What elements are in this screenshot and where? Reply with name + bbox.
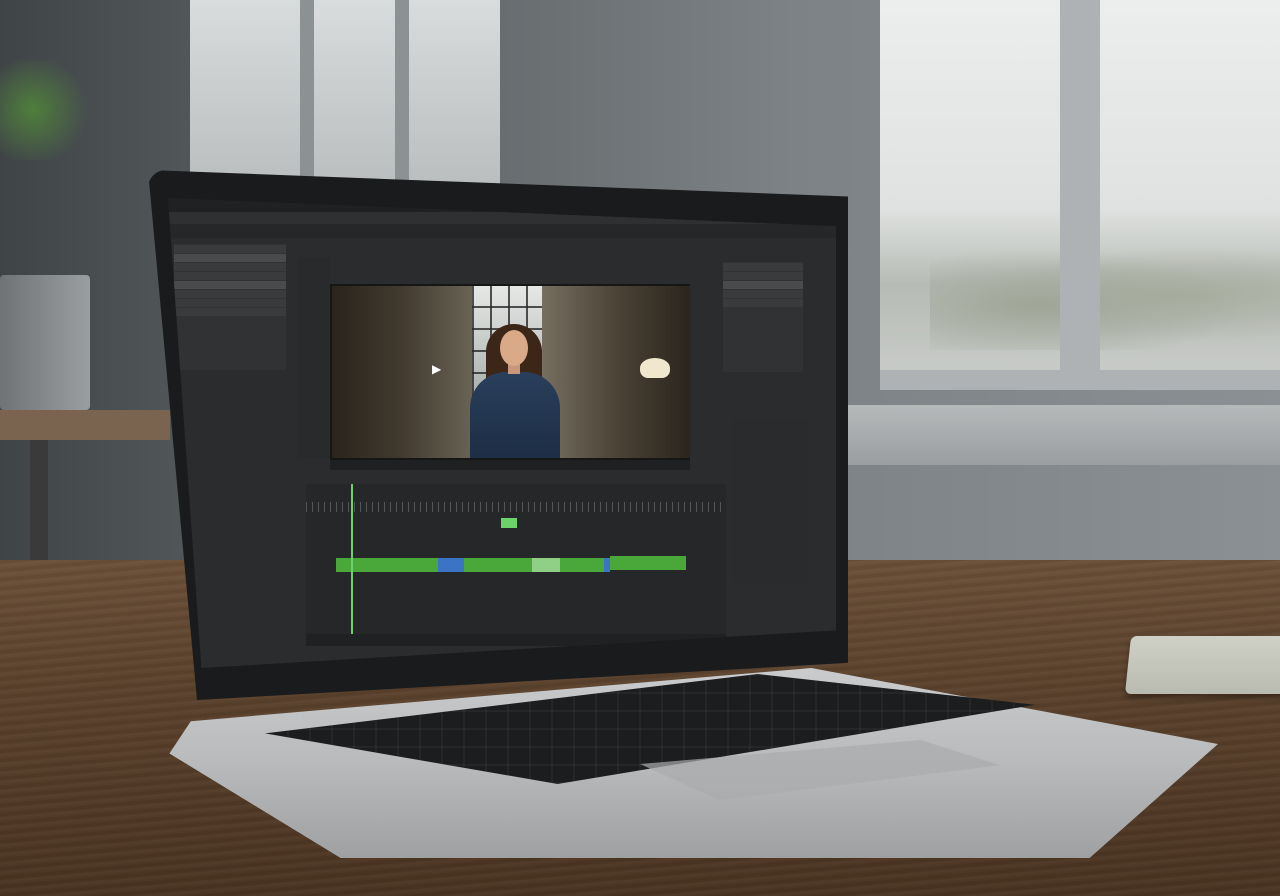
timeline-clip[interactable]	[501, 518, 517, 528]
timeline-clip[interactable]	[438, 558, 464, 572]
list-item[interactable]	[174, 272, 286, 280]
list-item[interactable]	[174, 254, 286, 262]
window-frame	[1060, 0, 1100, 380]
binder	[0, 275, 90, 410]
list-item[interactable]	[174, 290, 286, 298]
trees-outside	[930, 240, 1280, 350]
list-item[interactable]	[174, 308, 286, 316]
timeline-clip[interactable]	[532, 558, 560, 572]
window-mullion	[395, 0, 409, 190]
shelf	[0, 410, 170, 440]
project-panel	[174, 244, 286, 370]
timeline-clip[interactable]	[560, 558, 604, 572]
lamp	[640, 358, 670, 378]
list-item[interactable]	[174, 263, 286, 271]
timeline-clip[interactable]	[610, 556, 686, 570]
transport-controls[interactable]	[330, 460, 690, 470]
play-icon[interactable]: ▶	[432, 362, 441, 376]
timeline-ruler[interactable]	[306, 502, 726, 512]
window-sill	[830, 405, 1280, 465]
list-item[interactable]	[174, 245, 286, 253]
list-item[interactable]	[174, 281, 286, 289]
timeline-panel	[306, 484, 726, 634]
list-item[interactable]	[174, 299, 286, 307]
timeline-clip[interactable]	[464, 558, 532, 572]
effect-controls-panel	[723, 262, 803, 372]
window-left	[190, 0, 500, 190]
list-item[interactable]	[723, 299, 803, 307]
person-body	[470, 372, 560, 458]
toolbar-secondary	[168, 224, 836, 238]
tablet	[1124, 636, 1280, 694]
person-face	[500, 330, 528, 366]
side-panel	[733, 418, 809, 583]
window-frame	[880, 370, 1280, 390]
list-item[interactable]	[723, 281, 803, 289]
laptop-screen: ▶	[168, 198, 836, 668]
playhead[interactable]	[351, 484, 353, 634]
effects-list	[298, 258, 330, 458]
video-frame: ▶	[332, 286, 690, 458]
list-item[interactable]	[723, 263, 803, 271]
list-item[interactable]	[723, 290, 803, 298]
plant	[0, 60, 110, 160]
list-item[interactable]	[723, 272, 803, 280]
window-mullion	[300, 0, 314, 190]
